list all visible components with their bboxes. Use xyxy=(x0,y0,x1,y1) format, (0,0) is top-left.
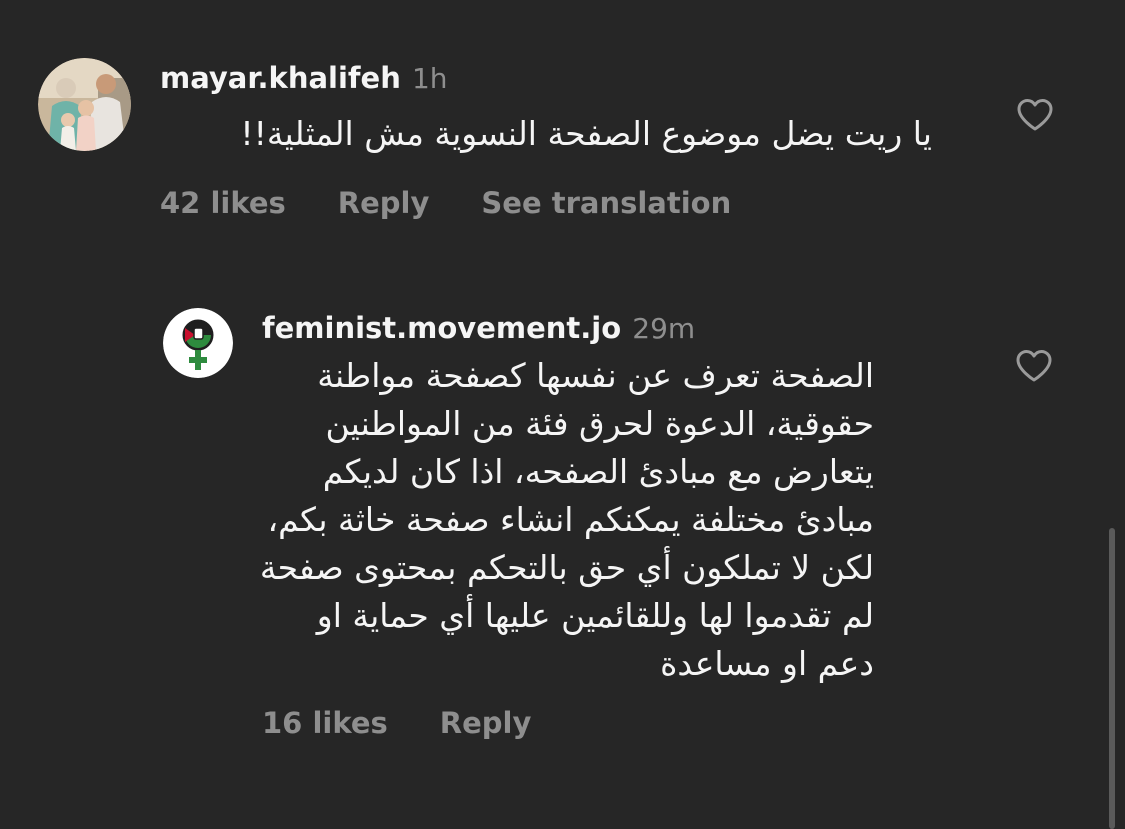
comment-text: الصفحة تعرف عن نفسها كصفحة مواطنة حقوقية… xyxy=(259,352,874,688)
timestamp: 29m xyxy=(632,312,696,345)
scrollbar[interactable] xyxy=(1109,528,1115,829)
timestamp: 1h xyxy=(411,62,448,95)
comments-screen: mayar.khalifeh 1h يا ريت يضل موضوع الصفح… xyxy=(0,0,1125,829)
avatar[interactable] xyxy=(163,308,233,378)
comment-text: يا ريت يضل موضوع الصفحة النسوية مش المثل… xyxy=(160,110,932,158)
comment-header: feminist.movement.jo 29m xyxy=(262,308,1002,348)
reply-button[interactable]: Reply xyxy=(440,706,532,740)
reply-button[interactable]: Reply xyxy=(338,186,430,220)
username-link[interactable]: mayar.khalifeh xyxy=(160,61,401,95)
comment-text-line: حقوقية، الدعوة لحرق فئة من المواطنين xyxy=(325,404,874,443)
comment-text-line: لكن لا تملكون أي حق بالتحكم بمحتوى صفحة xyxy=(259,548,874,587)
heart-outline-icon[interactable] xyxy=(1015,349,1053,383)
comment-text-line: لم تقدموا لها وللقائمين عليها أي حماية ا… xyxy=(316,596,874,635)
comment-actions: 42 likes Reply See translation xyxy=(160,186,960,220)
comment-text-line: يتعارض مع مبادئ الصفحه، اذا كان لديكم xyxy=(322,452,874,491)
username-link[interactable]: feminist.movement.jo xyxy=(262,311,621,345)
see-translation-button[interactable]: See translation xyxy=(481,186,731,220)
comment-body: mayar.khalifeh 1h يا ريت يضل موضوع الصفح… xyxy=(160,58,960,220)
comment-text-line: دعم او مساعدة xyxy=(660,644,874,683)
comment-body: feminist.movement.jo 29m الصفحة تعرف عن … xyxy=(259,308,1002,740)
comment-actions: 16 likes Reply xyxy=(262,706,1002,740)
comment-text-line: الصفحة تعرف عن نفسها كصفحة مواطنة xyxy=(317,356,874,395)
heart-outline-icon[interactable] xyxy=(1016,98,1054,132)
avatar[interactable] xyxy=(38,58,131,151)
comment-text-line: مبادئ مختلفة يمكنكم انشاء صفحة خاثة بكم، xyxy=(267,500,874,539)
comment-text-line: يا ريت يضل موضوع الصفحة النسوية مش المثل… xyxy=(240,114,932,153)
likes-count-link[interactable]: 42 likes xyxy=(160,186,286,220)
likes-count-link[interactable]: 16 likes xyxy=(262,706,388,740)
comment-header: mayar.khalifeh 1h xyxy=(160,58,960,98)
